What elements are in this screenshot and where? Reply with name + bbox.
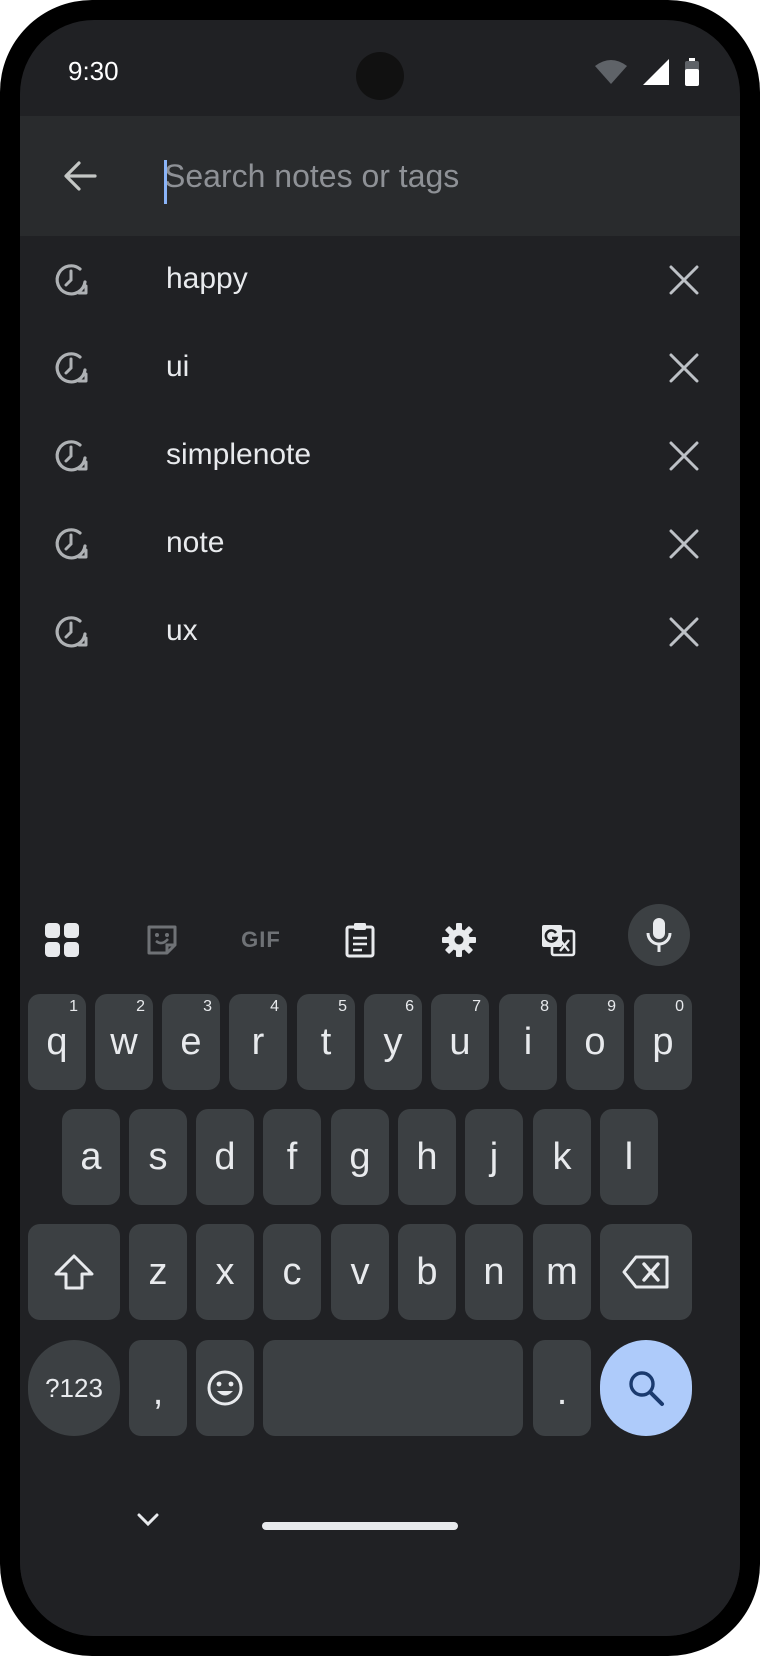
history-item-label: simplenote [166,438,312,471]
shift-key[interactable] [28,1224,120,1320]
key-f[interactable]: f [263,1109,321,1205]
keyboard-toolbar: GIF [20,890,740,990]
remove-history-button[interactable] [662,522,706,566]
key-t[interactable]: t5 [297,994,355,1090]
apps-grid-icon [45,923,79,957]
remove-history-button[interactable] [662,434,706,478]
apps-button[interactable] [34,912,90,968]
history-item-label: happy [166,262,248,295]
emoji-icon [207,1370,243,1406]
text-cursor [164,160,167,204]
search-header [20,116,740,236]
chevron-down-icon [137,1513,159,1527]
wifi-icon [595,60,627,84]
sticker-button[interactable] [134,912,190,968]
translate-button[interactable] [530,912,586,968]
history-icon [55,616,88,648]
history-icon [55,264,88,296]
key-q[interactable]: q1 [28,994,86,1090]
key-e[interactable]: e3 [162,994,220,1090]
key-l[interactable]: l [600,1109,658,1205]
history-item-label: ux [166,614,198,647]
device-frame: 9:30 Search notes or tags happy ui simpl… [0,0,760,1656]
settings-button[interactable] [431,912,487,968]
gif-button[interactable]: GIF [232,912,290,968]
search-input[interactable] [164,148,684,204]
key-j[interactable]: j [465,1109,523,1205]
key-p[interactable]: p0 [634,994,692,1090]
close-icon [669,265,699,295]
history-item-label: note [166,526,225,559]
remove-history-button[interactable] [662,258,706,302]
key-d[interactable]: d [196,1109,254,1205]
backspace-key[interactable] [600,1224,692,1320]
key-z[interactable]: z [129,1224,187,1320]
history-item[interactable]: ux [20,588,740,676]
key-w[interactable]: w2 [95,994,153,1090]
history-icon [55,528,88,560]
history-item[interactable]: note [20,500,740,588]
hide-keyboard-button[interactable] [128,1500,168,1540]
history-item[interactable]: simplenote [20,412,740,500]
sticker-icon [147,925,177,955]
history-item-label: ui [166,350,190,383]
gear-icon [442,923,476,957]
clipboard-icon [345,923,375,958]
search-history-list: happy ui simplenote note ux [20,236,740,676]
key-h[interactable]: h [398,1109,456,1205]
gif-label: GIF [241,927,281,952]
history-item[interactable]: happy [20,236,740,324]
shift-icon [54,1254,94,1290]
key-i[interactable]: i8 [499,994,557,1090]
search-key[interactable] [600,1340,692,1436]
key-y[interactable]: y6 [364,994,422,1090]
camera-cutout [356,52,404,100]
screen: 9:30 Search notes or tags happy ui simpl… [20,20,740,1636]
status-time: 9:30 [68,56,119,86]
key-o[interactable]: o9 [566,994,624,1090]
key-n[interactable]: n [465,1224,523,1320]
key-u[interactable]: u7 [431,994,489,1090]
key-s[interactable]: s [129,1109,187,1205]
key-x[interactable]: x [196,1224,254,1320]
close-icon [669,353,699,383]
back-arrow-icon [64,161,97,191]
key-r[interactable]: r4 [229,994,287,1090]
period-key[interactable]: . [533,1340,591,1436]
key-v[interactable]: v [331,1224,389,1320]
status-icons [594,58,700,86]
close-icon [669,529,699,559]
comma-key[interactable]: , [129,1340,187,1436]
clipboard-button[interactable] [332,912,388,968]
key-g[interactable]: g [331,1109,389,1205]
close-icon [669,617,699,647]
battery-icon [685,58,699,86]
emoji-key[interactable] [196,1340,254,1436]
key-k[interactable]: k [533,1109,591,1205]
key-b[interactable]: b [398,1224,456,1320]
key-c[interactable]: c [263,1224,321,1320]
backspace-icon [622,1255,669,1289]
back-button[interactable] [52,148,108,204]
close-icon [669,441,699,471]
search-icon [629,1371,664,1406]
translate-icon [542,925,576,957]
remove-history-button[interactable] [662,346,706,390]
history-item[interactable]: ui [20,324,740,412]
key-m[interactable]: m [533,1224,591,1320]
signal-icon [643,59,669,85]
mic-icon [646,918,672,952]
remove-history-button[interactable] [662,610,706,654]
voice-input-button[interactable] [628,904,690,966]
space-key[interactable] [263,1340,523,1436]
history-icon [55,352,88,384]
symbols-key[interactable]: ?123 [28,1340,120,1436]
home-indicator[interactable] [262,1522,458,1530]
key-a[interactable]: a [62,1109,120,1205]
history-icon [55,440,88,472]
